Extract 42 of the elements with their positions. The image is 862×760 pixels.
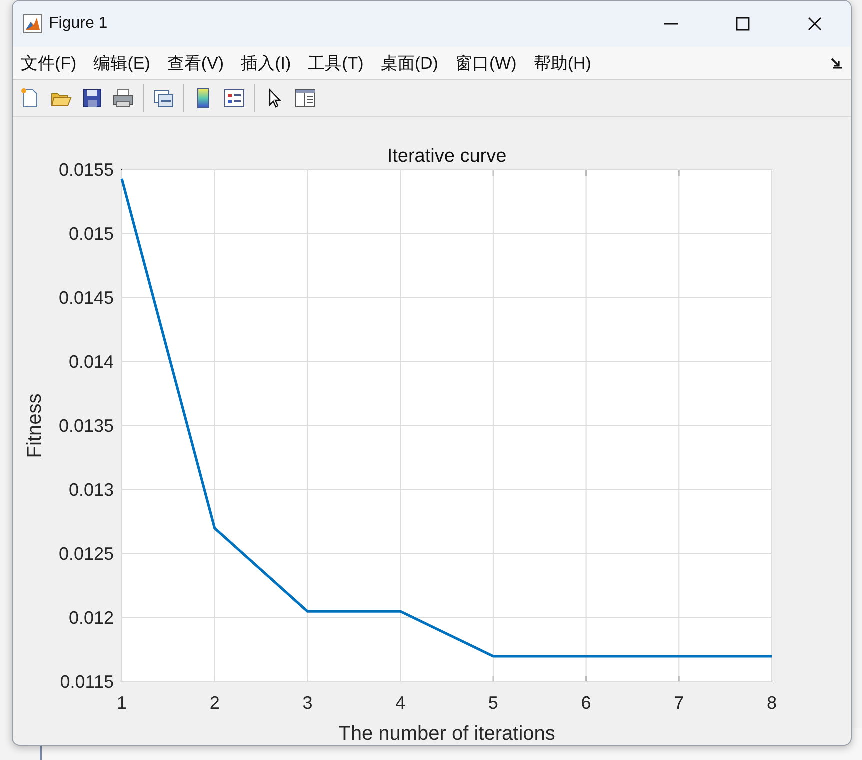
maximize-icon <box>736 17 750 31</box>
folder-icon <box>51 93 72 106</box>
colorbar-icon <box>198 88 210 108</box>
menu-item[interactable]: 查看(V) <box>167 52 224 74</box>
menu-item[interactable]: 插入(I) <box>241 52 292 74</box>
x-tick-label: 2 <box>210 693 220 713</box>
y-tick-label: 0.014 <box>68 352 114 372</box>
x-tick-label: 8 <box>767 693 777 713</box>
pointer-icon <box>269 88 282 108</box>
menu-item[interactable]: 窗口(W) <box>455 52 517 74</box>
panel-icon <box>296 89 316 107</box>
menu-item[interactable]: 文件(F) <box>21 52 77 74</box>
close-icon <box>808 17 822 31</box>
x-tick-label: 4 <box>396 693 406 713</box>
menu-item[interactable]: 桌面(D) <box>380 52 438 74</box>
new-file-icon <box>22 88 38 107</box>
x-tick-label: 1 <box>117 693 127 713</box>
y-tick-label: 0.015 <box>68 224 114 244</box>
dock-arrow-icon[interactable] <box>831 57 843 69</box>
menu-item[interactable]: 帮助(H) <box>534 52 592 74</box>
window-title: Figure 1 <box>49 15 108 33</box>
y-tick-label: 0.0135 <box>58 416 114 436</box>
y-tick-label: 0.0145 <box>58 288 114 308</box>
x-axis-label: The number of iterations <box>338 723 556 745</box>
menu-item[interactable]: 编辑(E) <box>94 52 150 74</box>
printer-icon <box>114 89 134 107</box>
x-tick-label: 3 <box>302 693 313 713</box>
menu-item[interactable]: 工具(T) <box>308 52 364 74</box>
app-logo-icon <box>23 14 43 34</box>
x-tick-label: 5 <box>488 693 498 713</box>
legend-icon <box>224 89 244 107</box>
minimize-icon <box>664 23 678 25</box>
y-tick-label: 0.012 <box>68 608 114 628</box>
y-axis-label: Fitness <box>24 394 46 458</box>
y-tick-label: 0.0125 <box>58 544 114 564</box>
y-tick-label: 0.0115 <box>60 672 114 692</box>
y-tick-label: 0.0155 <box>58 160 114 180</box>
chart-title: Iterative curve <box>387 146 507 167</box>
linked-windows-icon <box>154 90 174 107</box>
x-tick-label: 6 <box>581 693 592 713</box>
y-tick-label: 0.013 <box>68 480 114 500</box>
x-tick-label: 7 <box>674 693 684 713</box>
